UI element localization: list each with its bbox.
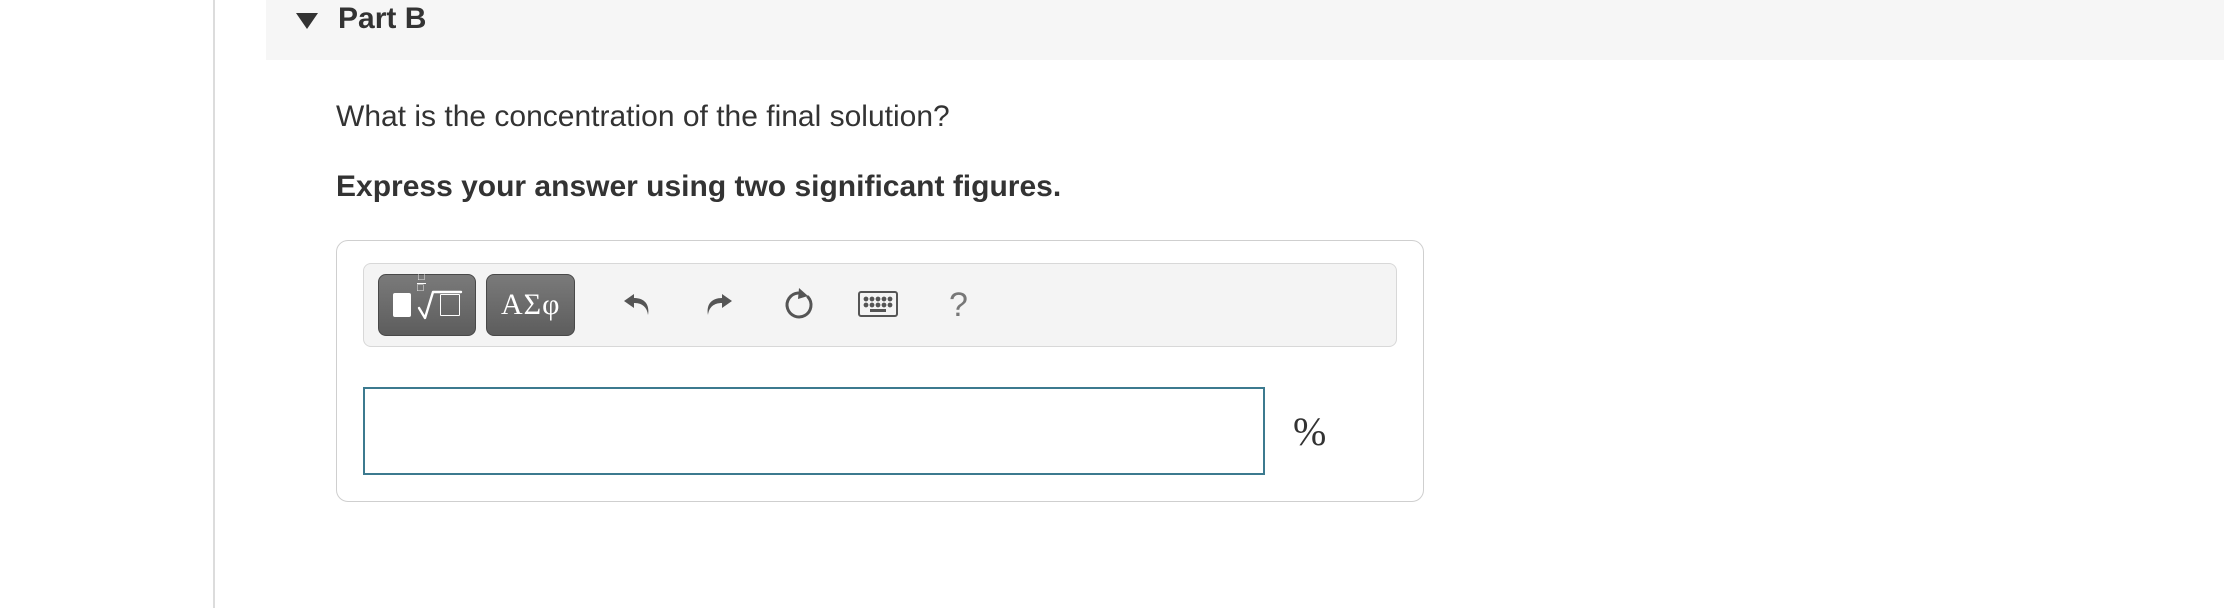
reset-button[interactable] <box>763 274 833 336</box>
left-divider <box>213 0 215 608</box>
keyboard-button[interactable] <box>843 274 913 336</box>
math-template-icon: □□ <box>393 288 461 322</box>
help-icon: ? <box>949 286 968 325</box>
part-title: Part B <box>338 2 426 36</box>
answer-input[interactable] <box>363 387 1265 475</box>
answer-box: □□ ΑΣφ <box>336 240 1424 502</box>
help-button[interactable]: ? <box>923 274 993 336</box>
page: Part B What is the concentration of the … <box>0 0 2224 608</box>
answer-unit: % <box>1293 408 1326 455</box>
math-templates-button[interactable]: □□ <box>378 274 476 336</box>
reset-icon <box>780 287 816 323</box>
question-prompt: What is the concentration of the final s… <box>336 100 2154 134</box>
part-header[interactable]: Part B <box>266 0 2224 60</box>
content: Part B What is the concentration of the … <box>266 0 2224 502</box>
keyboard-icon <box>858 291 898 319</box>
redo-icon <box>700 287 736 323</box>
redo-button[interactable] <box>683 274 753 336</box>
question-instruction: Express your answer using two significan… <box>336 170 2154 204</box>
part-body: What is the concentration of the final s… <box>266 60 2224 502</box>
greek-symbols-button[interactable]: ΑΣφ <box>486 274 575 336</box>
collapse-triangle-icon <box>296 13 318 29</box>
answer-toolbar: □□ ΑΣφ <box>363 263 1397 347</box>
greek-icon: ΑΣφ <box>501 288 560 322</box>
undo-icon <box>620 287 656 323</box>
answer-input-row: % <box>363 387 1397 475</box>
undo-button[interactable] <box>603 274 673 336</box>
